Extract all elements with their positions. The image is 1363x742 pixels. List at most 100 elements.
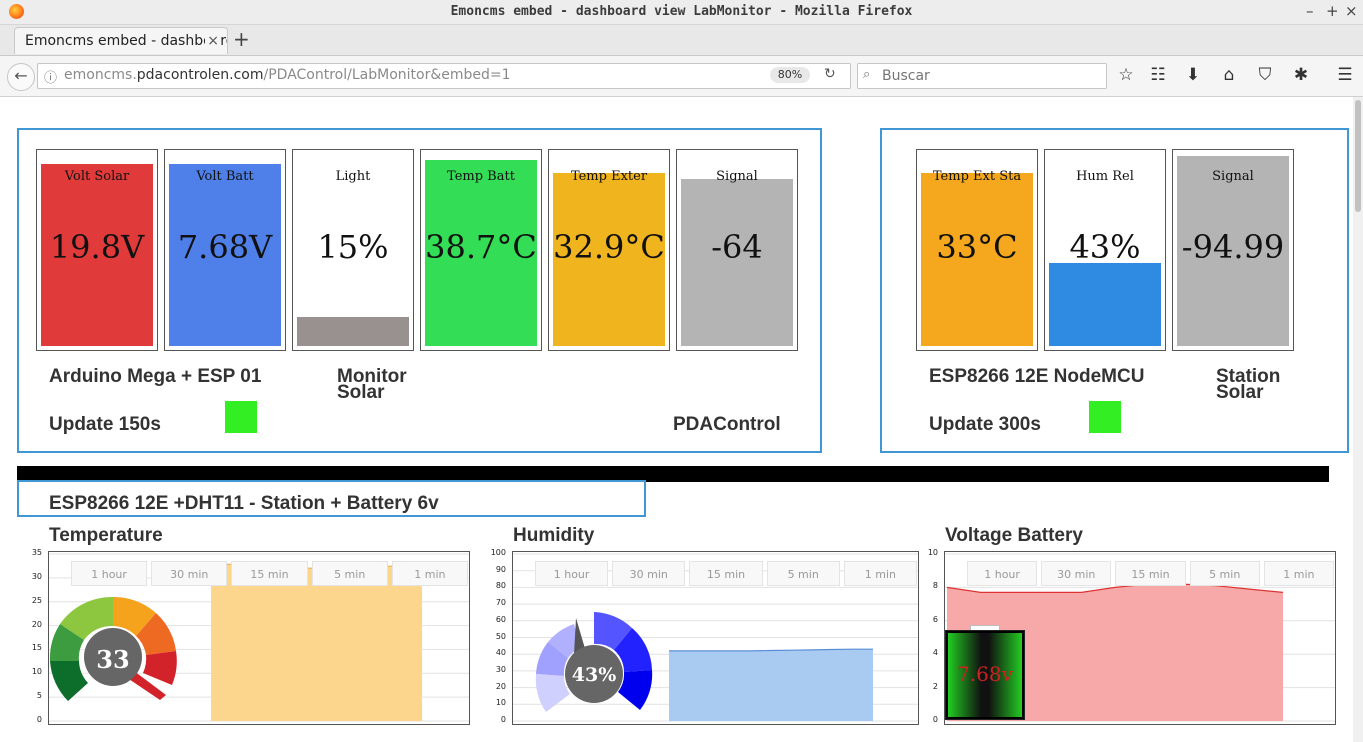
y-tick-label: 0 (36, 715, 42, 724)
battery-gauge-value: 7.68v (957, 662, 1013, 686)
tab-active[interactable]: Emoncms embed - dashboard view LabMonito… (14, 27, 228, 54)
monitor-solar-label: Monitor Solar (337, 366, 407, 403)
search-icon: ⌕ (863, 67, 871, 82)
y-tick-label: 80 (495, 581, 506, 591)
back-arrow-icon[interactable]: ← (7, 63, 35, 91)
humidity-gauge-value: 43% (572, 664, 617, 686)
tile-value: 32.9°C (553, 228, 665, 266)
tile-label: Temp Exter (570, 169, 648, 184)
tile-label: Volt Batt (196, 169, 254, 184)
y-tick-label: 10 (495, 698, 506, 708)
panel2-tile: Temp Ext Sta 33°C (916, 149, 1038, 351)
tile-label: Light (335, 169, 371, 184)
y-tick-label: 30 (31, 571, 42, 581)
tile-fill (297, 317, 409, 346)
update-interval-esp8266: Update 300s (929, 414, 1041, 435)
tile-value: -64 (711, 228, 763, 266)
window-title: Emoncms embed - dashboard view LabMonito… (450, 4, 913, 19)
range-button[interactable]: 1 min (1263, 561, 1334, 586)
humidity-gauge: 43% (535, 612, 653, 712)
range-button[interactable]: 1 hour (967, 561, 1038, 586)
close-tab-icon[interactable]: × (205, 28, 219, 54)
range-button[interactable]: 1 hour (535, 561, 609, 586)
panel1-tile: Temp Batt 38.7°C (420, 149, 542, 351)
range-button[interactable]: 15 min (231, 561, 308, 586)
tile-value: 33°C (936, 228, 1018, 266)
range-button[interactable]: 1 hour (71, 561, 148, 586)
y-tick-label: 5 (36, 691, 42, 701)
home-icon[interactable]: ⌂ (1218, 65, 1240, 85)
zoom-level[interactable]: 80% (770, 67, 810, 83)
y-tick-label: 40 (495, 648, 506, 658)
panel1-tile: Signal -64 (676, 149, 798, 351)
y-tick-label: 70 (495, 598, 506, 608)
chart-title-humidity: Humidity (513, 525, 595, 546)
info-icon[interactable]: ⓘ (44, 67, 57, 86)
tile-label: Hum Rel (1076, 169, 1134, 184)
range-button[interactable]: 1 min (391, 561, 468, 586)
range-button[interactable]: 15 min (689, 561, 763, 586)
url-text[interactable]: emoncms.pdacontrolen.com/PDAControl/LabM… (64, 67, 511, 83)
range-button[interactable]: 30 min (1041, 561, 1112, 586)
panel2-tile: Hum Rel 43% (1044, 149, 1166, 351)
bookmark-star-icon[interactable]: ☆ (1115, 65, 1137, 85)
search-input[interactable] (880, 66, 1104, 86)
section-title: ESP8266 12E +DHT11 - Station + Battery 6… (49, 493, 439, 514)
range-button[interactable]: 5 min (311, 561, 388, 586)
tile-label: Signal (716, 169, 758, 184)
y-tick-label: 2 (932, 681, 938, 691)
url-bar[interactable]: ⓘ emoncms.pdacontrolen.com/PDAControl/La… (37, 63, 851, 89)
y-tick-label: 50 (495, 631, 506, 641)
gauge-segment (535, 674, 570, 712)
range-button[interactable]: 1 min (843, 561, 917, 586)
minimize-icon[interactable]: – (1306, 2, 1314, 20)
maximize-icon[interactable]: + (1326, 2, 1339, 20)
range-button[interactable]: 30 min (151, 561, 228, 586)
temperature-gauge: 33 (49, 596, 177, 701)
dashboard-page: Volt Solar 19.8V Volt Batt 7.68V Light 15% Tem… (0, 97, 1353, 742)
range-button[interactable]: 5 min (1189, 561, 1260, 586)
y-tick-label: 8 (932, 581, 938, 591)
new-tab-icon[interactable]: + (233, 27, 250, 51)
close-window-icon[interactable]: × (1345, 2, 1358, 20)
y-tick-label: 6 (932, 614, 938, 624)
window-titlebar: Emoncms embed - dashboard view LabMonito… (0, 0, 1363, 25)
temperature-gauge-value: 33 (96, 645, 129, 674)
battery-gauge: 7.68v (945, 630, 1025, 720)
pocket-icon[interactable]: ⛉ (1254, 65, 1276, 85)
y-tick-label: 60 (495, 614, 506, 624)
y-tick-label: 0 (932, 715, 938, 724)
range-button[interactable]: 15 min (1115, 561, 1186, 586)
scrollbar-thumb[interactable] (1355, 100, 1361, 212)
gauge-segment (50, 661, 88, 701)
tile-label: Temp Ext Sta (932, 169, 1022, 184)
tile-value: -94.99 (1181, 228, 1285, 266)
y-tick-label: 90 (495, 564, 506, 574)
chart-title-battery: Voltage Battery (945, 525, 1083, 546)
chart-area-1 (669, 649, 873, 721)
y-tick-label: 4 (932, 648, 938, 658)
chart-area-0 (211, 563, 422, 721)
tile-label: Temp Batt (447, 169, 515, 184)
reload-icon[interactable]: ↻ (824, 66, 836, 82)
tile-value: 15% (317, 228, 389, 266)
y-tick-label: 25 (31, 595, 42, 605)
panel2-tile: Signal -94.99 (1172, 149, 1294, 351)
gauge-segment (618, 670, 653, 710)
reading-list-icon[interactable]: ☷ (1147, 65, 1169, 85)
y-tick-label: 0 (500, 715, 506, 724)
device-name-arduino: Arduino Mega + ESP 01 (49, 366, 262, 387)
extension-icon[interactable]: ✱ (1290, 65, 1312, 85)
menu-icon[interactable]: ☰ (1334, 65, 1356, 85)
y-tick-label: 10 (31, 667, 42, 677)
search-box[interactable]: ⌕ (857, 63, 1107, 89)
tile-fill (1049, 263, 1161, 346)
y-tick-label: 30 (495, 664, 506, 674)
range-button[interactable]: 30 min (612, 561, 686, 586)
device-name-esp8266: ESP8266 12E NodeMCU (929, 366, 1145, 387)
download-icon[interactable]: ⬇ (1182, 65, 1204, 85)
y-tick-label: 10 (927, 548, 938, 557)
tile-value: 43% (1069, 228, 1141, 266)
range-button[interactable]: 5 min (766, 561, 840, 586)
nav-toolbar: ← ⓘ emoncms.pdacontrolen.com/PDAControl/… (0, 56, 1363, 97)
